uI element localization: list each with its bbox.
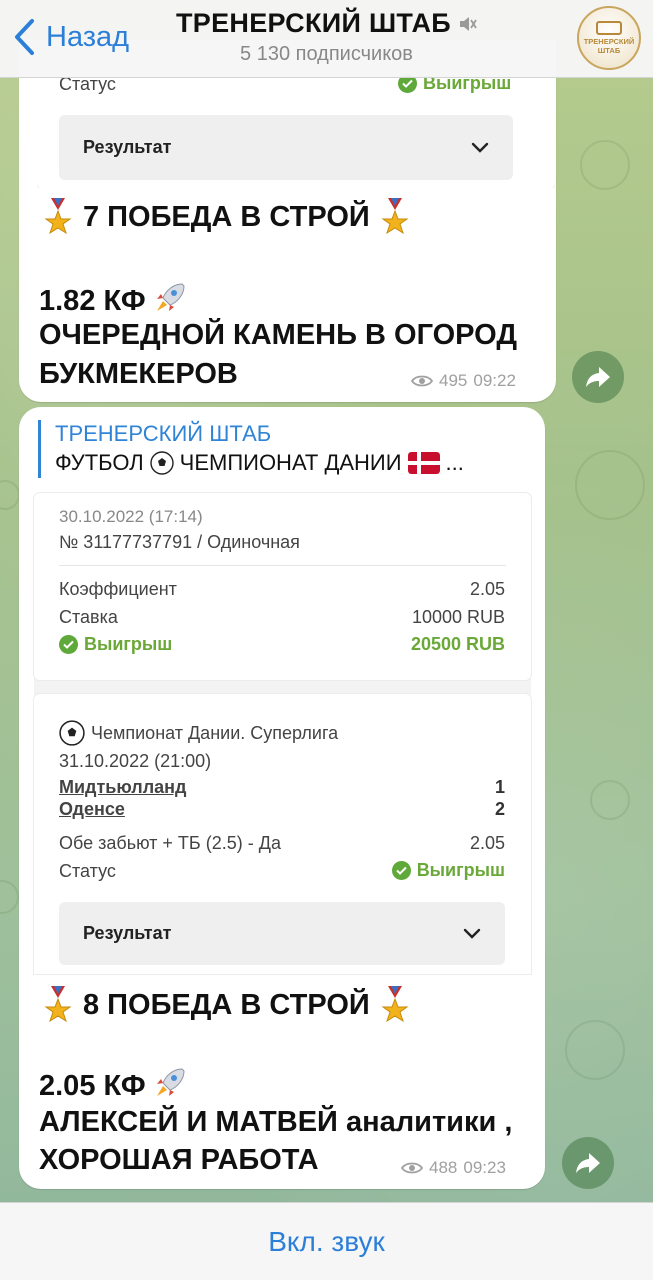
soccer-ball-icon [59,720,85,746]
result-label: Результат [83,923,172,943]
result-dropdown[interactable]: Результат [59,115,513,180]
coef-value: 2.05 [469,579,505,599]
stake-value: 10000 RUB [411,607,505,627]
check-circle-icon [59,635,78,654]
message-time: 09:22 [473,371,516,390]
coef-text-1: 1.82 КФ [39,285,146,317]
result-dropdown[interactable]: Результат [59,902,505,965]
views-count: 495 [439,371,468,390]
team-away[interactable]: Оденсе [59,799,125,820]
market-coef: 2.05 [469,833,505,853]
eye-icon [401,1162,423,1174]
win-label-group: Выигрыш [59,634,172,655]
headline-1: 7 ПОБЕДА В СТРОЙ [43,198,410,236]
chevron-down-icon [463,928,481,939]
coef-line-1: 1.82 КФ [39,280,188,319]
headline-text-1: 7 ПОБЕДА В СТРОЙ [83,200,370,233]
headline-2: 8 ПОБЕДА В СТРОЙ [43,986,410,1024]
medal-icon [44,198,72,235]
bet-card: 30.10.2022 (17:14) № 31177737791 / Одино… [34,493,531,680]
medal-icon [381,198,409,235]
message-bubble-1[interactable]: Статус Выигрыш Результат 7 ПОБЕДА В СТРО… [19,40,556,402]
share-button[interactable] [572,351,624,403]
divider [59,565,506,566]
status-value: Выигрыш [416,860,505,880]
forward-ellipsis: ... [445,450,464,475]
status-win: Выигрыш [391,860,505,881]
team-home[interactable]: Мидтьюлланд [59,777,186,798]
forward-text-sport: ФУТБОЛ [55,450,144,475]
result-label: Результат [83,137,172,157]
event-card: Чемпионат Дании. Суперлига 31.10.2022 (2… [34,694,531,974]
bet-datetime: 30.10.2022 (17:14) [59,507,203,526]
forward-arrow-icon [576,1153,600,1173]
check-circle-icon [391,861,411,880]
status-label: Статус [59,861,116,881]
stake-label: Ставка [59,607,118,627]
eye-icon [411,375,433,387]
channel-title: ТРЕНЕРСКИЙ ШТАБ [176,8,451,38]
forward-header[interactable]: ТРЕНЕРСКИЙ ШТАБ ФУТБОЛ ЧЕМПИОНАТ ДАНИИ .… [38,420,518,478]
forward-arrow-icon [586,367,610,387]
score-home: 1 [494,777,505,797]
league-row: Чемпионат Дании. Суперлига [59,720,338,746]
medal-icon [381,986,409,1023]
bottom-bar: Вкл. звук [0,1202,653,1280]
message-time: 09:23 [463,1158,506,1177]
subscriber-count: 5 130 подписчиков [240,43,413,65]
event-datetime: 31.10.2022 (21:00) [59,751,212,771]
medal-icon [44,986,72,1023]
muted-icon [459,16,477,31]
rocket-icon [156,1068,185,1096]
views-count: 488 [429,1158,458,1177]
avatar-logo-text: ТРЕНЕРСКИЙ ШТАБ [583,37,635,55]
win-amount: 20500 RUB [411,634,505,655]
league-name: Чемпионат Дании. Суперлига [91,722,339,743]
soccer-ball-icon [149,451,174,475]
channel-avatar[interactable]: ТРЕНЕРСКИЙ ШТАБ [577,6,641,70]
win-label: Выигрыш [84,634,173,654]
logo-mark-icon [596,21,622,35]
headline-text-2: 8 ПОБЕДА В СТРОЙ [83,988,370,1021]
channel-info[interactable]: ТРЕНЕРСКИЙ ШТАБ 5 130 подписчиков [0,8,653,66]
message-line-2: АЛЕКСЕЙ И МАТВЕЙ аналитики , [39,1106,513,1138]
market-label: Обе забьют + ТБ (2.5) - Да [59,833,281,853]
coef-text-2: 2.05 КФ [39,1070,146,1102]
message-meta-1: 495 09:22 [411,371,516,391]
denmark-flag-icon [407,452,440,474]
chevron-down-icon [471,142,489,153]
unmute-button[interactable]: Вкл. звук [268,1226,384,1258]
coef-line-2: 2.05 КФ [39,1065,188,1104]
forward-preview: ФУТБОЛ ЧЕМПИОНАТ ДАНИИ ... [55,448,518,478]
score-away: 2 [494,799,505,819]
message-line-3: ХОРОШАЯ РАБОТА [39,1144,319,1176]
message-meta-2: 488 09:23 [401,1158,506,1178]
bet-number: № 31177737791 / Одиночная [59,532,300,552]
forward-source: ТРЕНЕРСКИЙ ШТАБ [55,421,272,446]
win-value: 20500 RUB [410,634,505,654]
coef-label: Коэффициент [59,579,177,599]
share-button[interactable] [562,1137,614,1189]
message-line-2: ОЧЕРЕДНОЙ КАМЕНЬ В ОГОРОД [39,319,517,351]
forward-text-league: ЧЕМПИОНАТ ДАНИИ [179,450,402,475]
message-line-3: БУКМЕКЕРОВ [39,358,238,390]
chat-header: Назад ТРЕНЕРСКИЙ ШТАБ 5 130 подписчиков … [0,0,653,78]
rocket-icon [156,283,185,311]
